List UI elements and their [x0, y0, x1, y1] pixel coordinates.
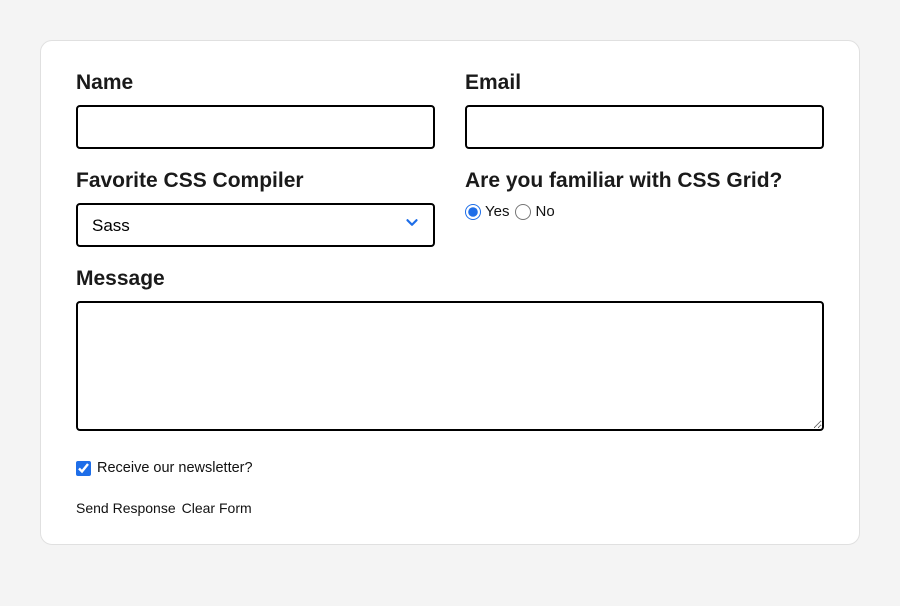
compiler-select[interactable]: Sass — [76, 203, 435, 247]
cssgrid-yes-option[interactable]: Yes — [465, 203, 509, 220]
message-label: Message — [76, 267, 824, 291]
compiler-label: Favorite CSS Compiler — [76, 169, 435, 193]
cssgrid-label: Are you familiar with CSS Grid? — [465, 169, 824, 193]
message-field: Message — [76, 267, 824, 436]
name-label: Name — [76, 71, 435, 95]
cssgrid-no-option[interactable]: No — [515, 203, 554, 220]
cssgrid-field: Are you familiar with CSS Grid? Yes No — [465, 169, 824, 247]
compiler-field: Favorite CSS Compiler Sass — [76, 169, 435, 247]
name-field: Name — [76, 71, 435, 149]
form-actions: Send Response Clear Form — [76, 500, 824, 516]
message-textarea[interactable] — [76, 301, 824, 431]
send-response-button[interactable]: Send Response — [76, 500, 176, 516]
contact-form-card: Name Email Favorite CSS Compiler Sass Ar… — [40, 40, 860, 545]
cssgrid-no-radio[interactable] — [515, 204, 531, 220]
newsletter-label: Receive our newsletter? — [97, 460, 253, 476]
name-input[interactable] — [76, 105, 435, 149]
cssgrid-yes-radio[interactable] — [465, 204, 481, 220]
email-label: Email — [465, 71, 824, 95]
email-input[interactable] — [465, 105, 824, 149]
cssgrid-yes-label: Yes — [485, 203, 509, 220]
clear-form-button[interactable]: Clear Form — [182, 500, 252, 516]
newsletter-row[interactable]: Receive our newsletter? — [76, 460, 824, 476]
cssgrid-no-label: No — [535, 203, 554, 220]
email-field: Email — [465, 71, 824, 149]
newsletter-checkbox[interactable] — [76, 461, 91, 476]
